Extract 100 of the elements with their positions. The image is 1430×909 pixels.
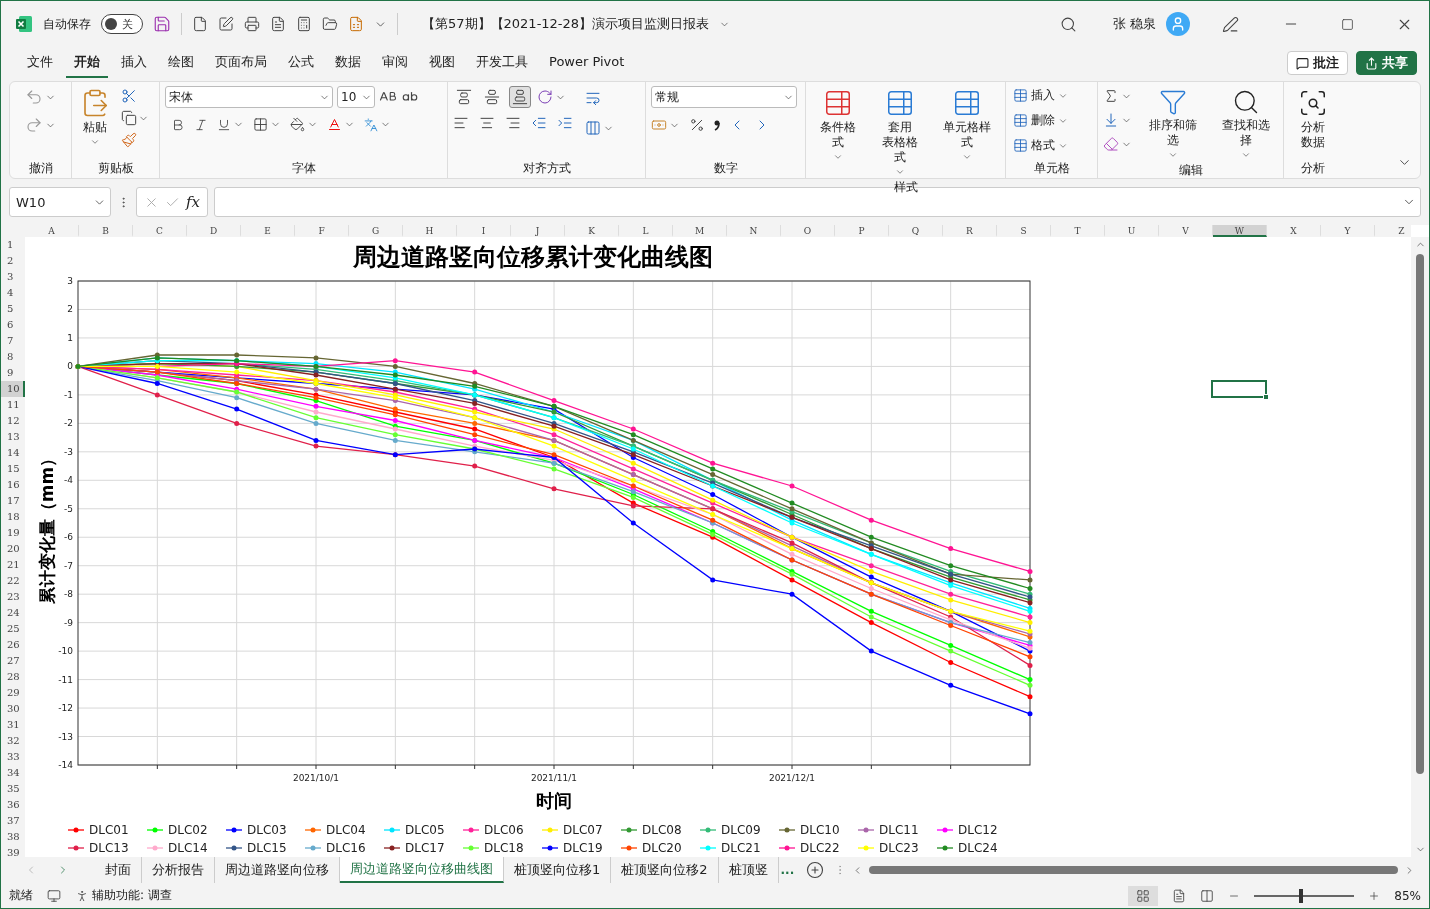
row-header[interactable]: 35 <box>1 781 25 797</box>
page-break-icon[interactable] <box>1200 888 1215 903</box>
row-header[interactable]: 6 <box>1 317 25 333</box>
row-header[interactable]: 33 <box>1 749 25 765</box>
row-header[interactable]: 23 <box>1 589 25 605</box>
row-header[interactable]: 25 <box>1 621 25 637</box>
row-header[interactable]: 9 <box>1 365 25 381</box>
row-header[interactable]: 2 <box>1 253 25 269</box>
cells-button[interactable]: 格式 <box>1011 136 1070 155</box>
menu-tab[interactable]: 插入 <box>113 48 155 78</box>
merge-icon[interactable] <box>585 120 601 136</box>
accessibility-status[interactable]: 辅助功能: 调查 <box>92 887 172 904</box>
styles-button[interactable]: 条件格式 <box>811 86 865 164</box>
fill-color-icon[interactable] <box>290 117 305 132</box>
menu-tab[interactable]: 开始 <box>66 48 108 78</box>
indent-decrease-icon[interactable] <box>531 115 547 131</box>
font-name-field[interactable]: 宋体 <box>165 86 333 108</box>
document-icon[interactable] <box>348 16 364 32</box>
row-header[interactable]: 31 <box>1 717 25 733</box>
fill-icon[interactable] <box>1103 112 1119 128</box>
row-header[interactable]: 10 <box>1 381 25 397</box>
row-header[interactable]: 17 <box>1 493 25 509</box>
menu-tab[interactable]: 文件 <box>19 48 61 78</box>
row-header[interactable]: 15 <box>1 461 25 477</box>
styles-button[interactable]: 套用 表格格式 <box>872 86 927 179</box>
menu-tab[interactable]: 开发工具 <box>468 48 536 78</box>
menu-tab[interactable]: 数据 <box>327 48 369 78</box>
row-header[interactable]: 26 <box>1 637 25 653</box>
caret-icon[interactable] <box>90 137 100 147</box>
sort-filter-button[interactable]: 排序和筛选 <box>1140 86 1205 162</box>
redo-icon[interactable] <box>25 116 43 134</box>
row-header[interactable]: 11 <box>1 397 25 413</box>
underline-icon[interactable] <box>217 117 231 132</box>
wrap-text-icon[interactable] <box>585 90 601 106</box>
menu-tab[interactable]: 视图 <box>421 48 463 78</box>
align-right-icon[interactable] <box>505 115 521 131</box>
row-header[interactable]: 3 <box>1 269 25 285</box>
row-header[interactable]: 20 <box>1 541 25 557</box>
accessibility-icon[interactable] <box>75 888 89 903</box>
format-painter-icon[interactable] <box>121 132 137 148</box>
orientation-icon[interactable] <box>537 89 553 105</box>
print-preview-icon[interactable] <box>270 16 286 32</box>
edit-icon[interactable] <box>218 16 234 32</box>
menu-tab[interactable]: 页面布局 <box>207 48 275 78</box>
caret-icon[interactable] <box>894 167 905 177</box>
calculator-icon[interactable] <box>296 16 312 32</box>
vertical-align-icon[interactable] <box>512 89 528 105</box>
number-format-field[interactable]: 常规 <box>651 86 797 108</box>
row-header[interactable]: 8 <box>1 349 25 365</box>
row-header[interactable]: 30 <box>1 701 25 717</box>
font-color-icon[interactable] <box>327 117 342 132</box>
undo-icon[interactable] <box>25 88 43 106</box>
bold-icon[interactable] <box>171 117 185 132</box>
zoom-in-icon[interactable] <box>1368 889 1381 902</box>
more-sheets-label[interactable]: ... <box>780 863 795 877</box>
row-header[interactable]: 19 <box>1 525 25 541</box>
pen-icon[interactable] <box>1222 15 1239 33</box>
eraser-icon[interactable] <box>1103 136 1119 152</box>
analyze-data-button[interactable]: 分析 数据 <box>1295 86 1331 152</box>
cells-button[interactable]: 插入 <box>1011 86 1070 105</box>
scrollbar-thumb[interactable] <box>1416 254 1424 774</box>
percent-icon[interactable] <box>689 117 705 133</box>
caret-icon[interactable] <box>1167 150 1178 160</box>
row-header[interactable]: 37 <box>1 813 25 829</box>
cut-icon[interactable] <box>121 88 137 104</box>
caret-icon[interactable] <box>832 152 843 162</box>
scrollbar-thumb[interactable] <box>869 866 1398 874</box>
row-header[interactable]: 7 <box>1 333 25 349</box>
normal-view-icon[interactable] <box>1136 888 1151 903</box>
menu-tab[interactable]: 绘图 <box>160 48 202 78</box>
align-left-icon[interactable] <box>453 115 469 131</box>
border-icon[interactable] <box>253 117 268 132</box>
row-header[interactable]: 22 <box>1 573 25 589</box>
row-header[interactable]: 21 <box>1 557 25 573</box>
copy-icon[interactable] <box>121 110 137 126</box>
print-icon[interactable] <box>244 16 260 32</box>
row-header[interactable]: 28 <box>1 669 25 685</box>
share-button[interactable]: 共享 <box>1356 51 1417 75</box>
comma-style-icon[interactable] <box>714 119 720 131</box>
vertical-align-icon[interactable] <box>484 89 500 105</box>
row-header[interactable]: 18 <box>1 509 25 525</box>
maximize-icon[interactable] <box>1341 17 1354 31</box>
row-header[interactable]: 4 <box>1 285 25 301</box>
row-header[interactable]: 1 <box>1 237 25 253</box>
row-header[interactable]: 27 <box>1 653 25 669</box>
phonetic-icon[interactable] <box>364 117 378 132</box>
folder-icon[interactable] <box>322 16 338 32</box>
add-sheet-icon[interactable] <box>806 861 825 879</box>
styles-button[interactable]: 单元格样式 <box>934 86 1000 164</box>
row-header[interactable]: 29 <box>1 685 25 701</box>
autosave-toggle[interactable]: 关 <box>101 14 143 34</box>
menu-tab[interactable]: 审阅 <box>374 48 416 78</box>
new-file-icon[interactable] <box>192 16 208 32</box>
vertical-align-icon[interactable] <box>456 89 472 105</box>
row-header[interactable]: 5 <box>1 301 25 317</box>
sum-icon[interactable] <box>1103 88 1119 104</box>
row-header[interactable]: 14 <box>1 445 25 461</box>
name-box[interactable]: W10 <box>9 187 111 217</box>
font-size-field[interactable]: 10 <box>337 86 375 108</box>
align-center-icon[interactable] <box>479 115 495 131</box>
